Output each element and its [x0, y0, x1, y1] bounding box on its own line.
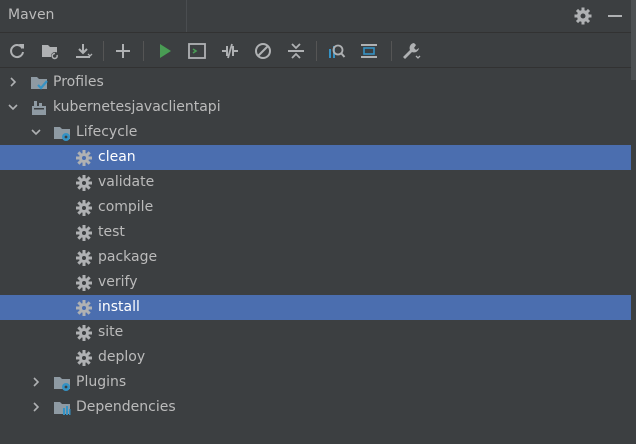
folder-gear-icon	[53, 124, 71, 142]
hide-button[interactable]	[605, 6, 625, 26]
tree-node-label: install	[98, 299, 140, 315]
maven-module-icon	[30, 99, 48, 117]
gear-icon	[75, 149, 93, 167]
tree-node-lifecycle[interactable]: Lifecycle	[0, 120, 631, 145]
wrench-icon	[401, 41, 421, 61]
chevron-right-icon[interactable]	[30, 376, 42, 388]
tree-node-label: Profiles	[53, 74, 104, 90]
analyze-dependencies-button[interactable]	[326, 41, 346, 61]
plus-icon	[113, 41, 133, 61]
tree-node-goal-site[interactable]: site	[0, 320, 631, 345]
offline-icon	[220, 41, 240, 61]
chevron-right-icon[interactable]	[7, 76, 19, 88]
gear-icon	[75, 274, 93, 292]
download-sources-button[interactable]	[73, 41, 93, 61]
show-dependencies-button[interactable]	[359, 41, 379, 61]
collapse-icon	[286, 41, 306, 61]
generate-sources-button[interactable]	[40, 41, 60, 61]
scrollbar-thumb[interactable]	[631, 0, 636, 80]
build-tool-settings-button[interactable]	[401, 41, 421, 61]
skip-icon	[253, 41, 273, 61]
tree-node-dependencies[interactable]: Dependencies	[0, 395, 631, 420]
tree-node-goal-install[interactable]: install	[0, 295, 631, 320]
toolbar-separator	[143, 41, 144, 61]
tree-node-label: package	[98, 249, 158, 265]
refresh-icon	[7, 41, 27, 61]
tree-node-goal-compile[interactable]: compile	[0, 195, 631, 220]
gear-icon	[75, 249, 93, 267]
add-maven-project-button[interactable]	[113, 41, 133, 61]
chevron-right-icon[interactable]	[30, 401, 42, 413]
tree-node-plugins[interactable]: Plugins	[0, 370, 631, 395]
gear-icon	[75, 349, 93, 367]
terminal-icon	[187, 41, 207, 61]
tree-node-project[interactable]: kubernetesjavaclientapi	[0, 95, 631, 120]
chevron-down-icon[interactable]	[7, 101, 19, 113]
toggle-offline-mode-button[interactable]	[220, 41, 240, 61]
header-divider	[186, 0, 187, 32]
collapse-all-button[interactable]	[286, 41, 306, 61]
analyze-icon	[326, 41, 346, 61]
maven-toolbar	[0, 32, 631, 68]
tree-node-label: validate	[98, 174, 155, 190]
tree-node-goal-verify[interactable]: verify	[0, 270, 631, 295]
gear-icon	[75, 299, 93, 317]
gear-icon	[573, 6, 593, 26]
tree-node-label: site	[98, 324, 124, 340]
settings-button[interactable]	[573, 6, 593, 26]
run-maven-build-button[interactable]	[155, 41, 175, 61]
gear-icon	[75, 324, 93, 342]
gear-icon	[75, 199, 93, 217]
maven-projects-tree: Profiles kubernetesjavaclientapi Lifecyc…	[0, 70, 631, 444]
tool-window-title: Maven	[8, 7, 55, 23]
tree-node-goal-clean[interactable]: clean	[0, 145, 631, 170]
chevron-down-icon[interactable]	[30, 126, 42, 138]
tree-node-label: test	[98, 224, 125, 240]
toolbar-separator	[316, 41, 317, 61]
execute-maven-goal-button[interactable]	[187, 41, 207, 61]
diagram-icon	[359, 41, 379, 61]
gear-icon	[75, 224, 93, 242]
tree-node-label: kubernetesjavaclientapi	[53, 99, 221, 115]
folder-plugin-icon	[53, 374, 71, 392]
download-icon	[73, 41, 93, 61]
tree-node-goal-deploy[interactable]: deploy	[0, 345, 631, 370]
tree-node-label: clean	[98, 149, 136, 165]
profiles-icon	[30, 74, 48, 92]
tree-node-goal-package[interactable]: package	[0, 245, 631, 270]
folder-refresh-icon	[40, 41, 60, 61]
tree-node-label: deploy	[98, 349, 146, 365]
tree-node-label: verify	[98, 274, 138, 290]
run-icon	[155, 41, 175, 61]
tree-node-label: compile	[98, 199, 154, 215]
tree-node-goal-test[interactable]: test	[0, 220, 631, 245]
tree-node-goal-validate[interactable]: validate	[0, 170, 631, 195]
tree-node-label: Lifecycle	[76, 124, 138, 140]
minimize-icon	[605, 6, 625, 26]
reload-all-projects-button[interactable]	[7, 41, 27, 61]
gear-icon	[75, 174, 93, 192]
tree-node-label: Plugins	[76, 374, 127, 390]
toolbar-separator	[391, 41, 392, 61]
skip-tests-button[interactable]	[253, 41, 273, 61]
toolbar-separator	[103, 41, 104, 61]
tree-node-label: Dependencies	[76, 399, 176, 415]
tree-node-profiles[interactable]: Profiles	[0, 70, 631, 95]
folder-library-icon	[53, 399, 71, 417]
tool-window-header: Maven	[0, 0, 631, 32]
